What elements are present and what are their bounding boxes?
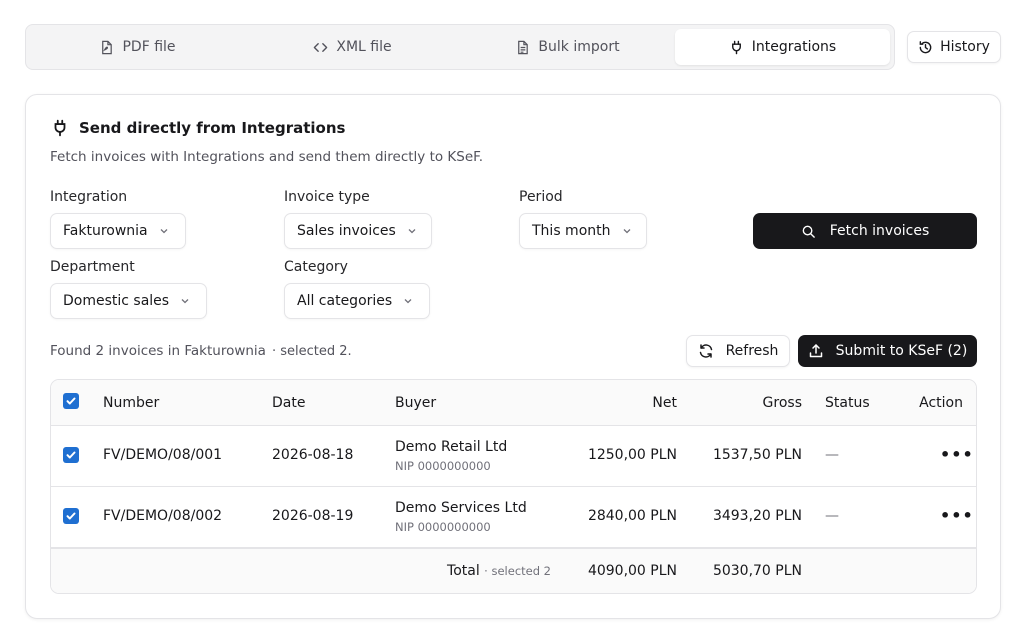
history-label: History [940, 39, 990, 55]
integration-select[interactable]: Fakturownia [50, 213, 186, 249]
column-header-number[interactable]: Number [103, 395, 159, 411]
buyer-nip: NIP 0000000000 [395, 520, 491, 534]
check-icon [66, 451, 76, 459]
chevron-down-icon [408, 229, 416, 234]
status-value: — [825, 447, 839, 463]
import-source-tabs: PDF file XML file Bulk import Integratio… [25, 24, 895, 70]
column-header-action: Action [919, 395, 963, 411]
upload-icon [809, 344, 822, 358]
chevron-down-icon [181, 299, 189, 304]
invoice-type-select[interactable]: Sales invoices [284, 213, 432, 249]
category-select[interactable]: All categories [284, 283, 430, 319]
submit-to-ksef-button[interactable]: Submit to KSeF (2) [798, 335, 977, 367]
net-amount: 1250,00 PLN [587, 447, 677, 463]
buyer-name: Demo Retail Ltd [395, 439, 508, 455]
net-amount: 2840,00 PLN [587, 508, 677, 524]
category-label: Category [284, 259, 348, 275]
check-icon [66, 397, 76, 405]
category-value: All categories [297, 293, 393, 309]
selected-count-text: · selected 2. [271, 344, 352, 359]
column-header-status[interactable]: Status [825, 395, 870, 411]
code-icon [314, 42, 328, 52]
submit-label: Submit to KSeF (2) [835, 343, 968, 359]
period-value: This month [532, 223, 611, 239]
select-all-checkbox[interactable] [63, 393, 79, 409]
total-gross: 5030,70 PLN [712, 563, 802, 579]
invoice-number: FV/DEMO/08/001 [103, 447, 223, 463]
tab-label: XML file [336, 39, 392, 55]
total-selected: · selected 2 [484, 564, 551, 578]
column-header-net[interactable]: Net [652, 395, 677, 411]
tab-integrations[interactable]: Integrations [675, 29, 890, 65]
invoice-type-value: Sales invoices [297, 223, 396, 239]
tab-pdf-file[interactable]: PDF file [30, 29, 245, 65]
chevron-down-icon [160, 229, 168, 234]
gross-amount: 1537,50 PLN [712, 447, 802, 463]
history-button[interactable]: History [907, 31, 1001, 63]
column-header-gross[interactable]: Gross [763, 395, 802, 411]
refresh-button[interactable]: Refresh [686, 335, 790, 367]
column-header-date[interactable]: Date [272, 395, 305, 411]
department-select[interactable]: Domestic sales [50, 283, 207, 319]
department-value: Domestic sales [63, 293, 170, 309]
tab-label: PDF file [122, 39, 176, 55]
plug-icon [54, 119, 66, 137]
period-select[interactable]: This month [519, 213, 647, 249]
table-header-row: Number Date Buyer Net Gross Status Actio… [51, 380, 976, 426]
table-footer-row: Total · selected 2 4090,00 PLN 5030,70 P… [51, 548, 976, 593]
total-row: Total · selected 2 [447, 563, 551, 579]
table-row[interactable]: FV/DEMO/08/001 2026-08-18 Demo Retail Lt… [51, 426, 976, 487]
card-title: Send directly from Integrations [51, 119, 345, 137]
row-actions-menu[interactable]: ••• [940, 445, 974, 464]
status-value: — [825, 508, 839, 524]
check-icon [66, 512, 76, 520]
file-pdf-icon [102, 40, 113, 54]
search-icon [802, 225, 815, 238]
invoice-type-label: Invoice type [284, 189, 370, 205]
chevron-down-icon [404, 299, 412, 304]
chevron-down-icon [623, 229, 630, 234]
buyer-name: Demo Services Ltd [395, 500, 527, 516]
department-label: Department [50, 259, 135, 275]
row-actions-menu[interactable]: ••• [940, 506, 974, 525]
tab-label: Integrations [751, 39, 837, 55]
invoice-number: FV/DEMO/08/002 [103, 508, 223, 524]
integration-label: Integration [50, 189, 128, 205]
invoice-date: 2026-08-18 [272, 447, 354, 463]
row-checkbox[interactable] [63, 447, 79, 463]
found-summary: Found 2 invoices in Fakturownia · selecte… [50, 343, 352, 359]
plug-icon [731, 40, 741, 54]
table-row[interactable]: FV/DEMO/08/002 2026-08-19 Demo Services … [51, 487, 976, 548]
tab-bulk-import[interactable]: Bulk import [460, 29, 675, 65]
card-title-text: Send directly from Integrations [79, 119, 346, 137]
refresh-label: Refresh [725, 343, 779, 359]
integrations-card: Send directly from Integrations Fetch in… [25, 94, 1001, 619]
total-net: 4090,00 PLN [587, 563, 677, 579]
period-label: Period [519, 189, 563, 205]
row-checkbox[interactable] [63, 508, 79, 524]
integration-value: Fakturownia [63, 223, 148, 239]
tab-xml-file[interactable]: XML file [245, 29, 460, 65]
invoices-table: Number Date Buyer Net Gross Status Actio… [50, 379, 977, 594]
column-header-buyer[interactable]: Buyer [395, 395, 436, 411]
card-subtitle: Fetch invoices with Integrations and sen… [50, 149, 484, 165]
refresh-icon [699, 344, 712, 358]
file-list-icon [518, 40, 529, 54]
invoice-date: 2026-08-19 [272, 508, 354, 524]
history-icon [919, 40, 932, 53]
buyer-nip: NIP 0000000000 [395, 459, 491, 473]
fetch-invoices-label: Fetch invoices [829, 223, 930, 239]
tab-label: Bulk import [538, 39, 620, 55]
found-text: Found 2 invoices in Fakturownia [50, 343, 266, 359]
gross-amount: 3493,20 PLN [712, 508, 802, 524]
fetch-invoices-button[interactable]: Fetch invoices [753, 213, 977, 249]
total-label: Total [447, 563, 480, 579]
